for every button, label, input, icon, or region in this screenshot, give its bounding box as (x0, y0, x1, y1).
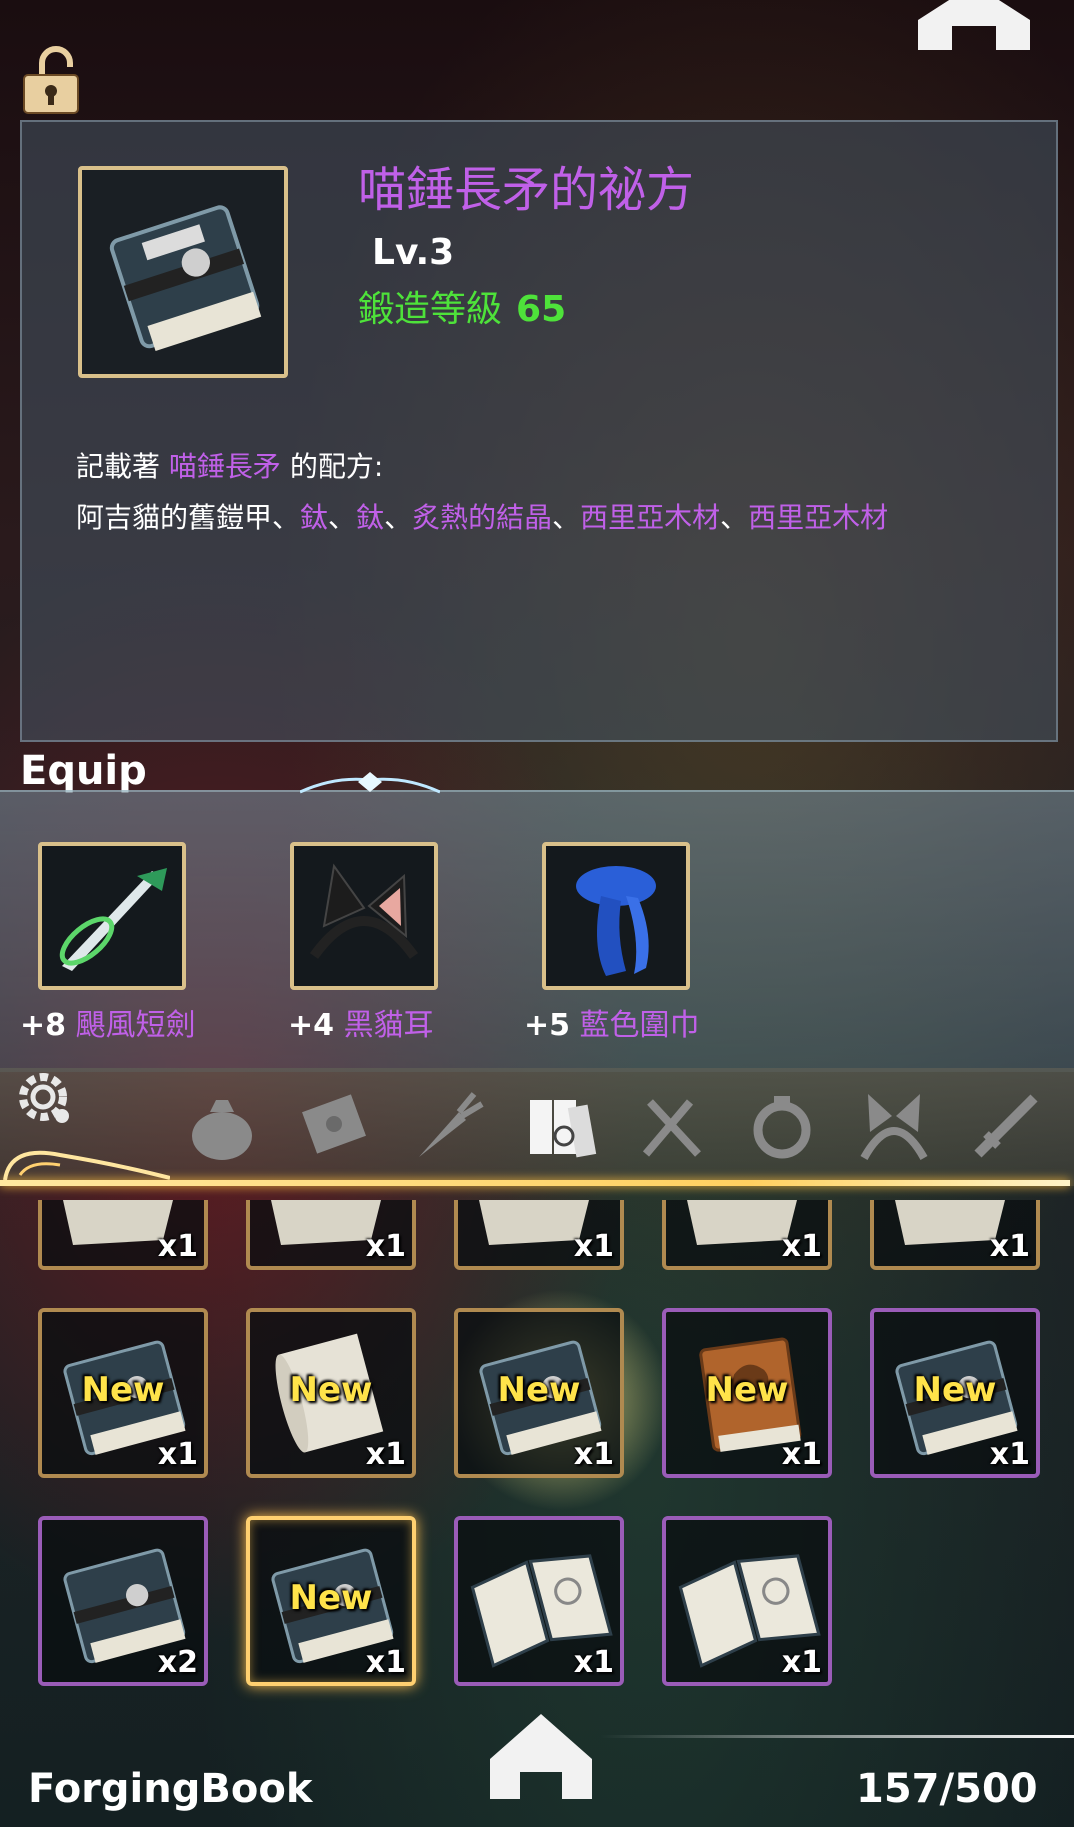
utensils-icon[interactable] (628, 1082, 712, 1166)
equip-name: 颶風短劍 (75, 1008, 196, 1043)
desc-prefix: 記載著 (76, 450, 161, 483)
inventory-slot[interactable]: x1 (38, 1200, 208, 1270)
item-quantity: x1 (573, 1645, 614, 1680)
new-badge: New (289, 1578, 373, 1618)
blue-scarf-icon (576, 866, 656, 976)
letter-icon[interactable] (292, 1082, 376, 1166)
home-icon[interactable] (482, 1704, 600, 1804)
inventory-count: 157/500 (856, 1766, 1038, 1812)
desc-target: 喵錘長矛 (168, 450, 281, 483)
material-name: 鈦 (356, 501, 385, 534)
cat-ears-icon[interactable] (852, 1082, 936, 1166)
item-quantity: x2 (157, 1645, 198, 1680)
material-name: 鈦 (300, 501, 329, 534)
item-quantity: x1 (781, 1437, 822, 1472)
ornament-swirl-icon (3, 1150, 170, 1181)
item-quantity: x1 (573, 1437, 614, 1472)
item-quantity: x1 (573, 1229, 614, 1264)
inventory-slot[interactable]: x1 (662, 1200, 832, 1270)
equip-label-scarf: +5 藍色圍巾 (524, 1000, 700, 1044)
equip-plus: +4 (288, 1008, 335, 1043)
inventory-slot[interactable]: x1 (246, 1200, 416, 1270)
item-quantity: x1 (781, 1645, 822, 1680)
inventory-slot[interactable]: x1 (454, 1516, 624, 1686)
carrot-icon[interactable] (404, 1082, 488, 1166)
item-quantity: x1 (157, 1437, 198, 1472)
equip-label-ears: +4 黑貓耳 (288, 1000, 434, 1044)
equip-label-dagger: +8 颶風短劍 (20, 1000, 196, 1044)
ornament-icon (300, 772, 440, 794)
item-quantity: x1 (781, 1229, 822, 1264)
green-dagger-icon (59, 868, 167, 971)
material-list: 阿吉貓的舊鎧甲、鈦、鈦、炙熱的結晶、西里亞木材、西里亞木材 (76, 496, 888, 536)
equip-slot-ears[interactable] (290, 842, 438, 990)
equip-name: 藍色圍巾 (579, 1008, 700, 1043)
inventory-slot[interactable]: New x1 (246, 1516, 416, 1686)
equip-plus: +5 (524, 1008, 571, 1043)
inventory-slot[interactable]: New x1 (662, 1308, 832, 1478)
books-icon[interactable] (516, 1082, 600, 1166)
material-name: 阿吉貓的舊鎧甲 (76, 501, 273, 534)
forge-level: 鍛造等級 65 (358, 280, 566, 332)
inventory-slot[interactable]: New x1 (246, 1308, 416, 1478)
inventory-slot[interactable]: New x1 (870, 1308, 1040, 1478)
item-level: Lv.3 (372, 232, 455, 273)
material-name: 西里亞木材 (580, 501, 721, 534)
inventory-slot[interactable]: x1 (662, 1516, 832, 1686)
inventory-slot[interactable]: New x1 (454, 1308, 624, 1478)
footer-divider (600, 1735, 1074, 1738)
material-name: 西里亞木材 (748, 501, 889, 534)
inventory-title: ForgingBook (28, 1766, 313, 1812)
recipe-description: 記載著 喵錘長矛 的配方: (76, 445, 383, 485)
inventory-slot[interactable]: x2 (38, 1516, 208, 1686)
sword-icon[interactable] (964, 1082, 1048, 1166)
item-quantity: x1 (989, 1229, 1030, 1264)
equip-slot-dagger[interactable] (38, 842, 186, 990)
material-separator: 、 (272, 501, 301, 534)
bag-icon[interactable] (180, 1082, 264, 1166)
equip-plus: +8 (20, 1008, 67, 1043)
unlocked-padlock-icon[interactable] (20, 45, 82, 115)
item-quantity: x1 (989, 1437, 1030, 1472)
inventory-slot[interactable]: x1 (454, 1200, 624, 1270)
ring-icon[interactable] (740, 1082, 824, 1166)
equip-label: Equip (20, 748, 147, 794)
item-title: 喵錘長矛的祕方 (358, 162, 695, 218)
cat-ears-headband-icon (309, 863, 419, 959)
equip-name: 黑貓耳 (343, 1008, 434, 1043)
material-separator: 、 (552, 501, 581, 534)
forge-level-label: 鍛造等級 (358, 289, 503, 330)
new-badge: New (497, 1370, 581, 1410)
blue-recipe-book-icon (109, 205, 262, 352)
desc-suffix: 的配方: (289, 450, 384, 483)
material-name: 炙熱的結晶 (412, 501, 553, 534)
home-icon[interactable] (908, 0, 1040, 50)
forge-level-value: 65 (516, 289, 567, 330)
item-quantity: x1 (157, 1229, 198, 1264)
new-badge: New (289, 1370, 373, 1410)
item-quantity: x1 (365, 1437, 406, 1472)
item-quantity: x1 (365, 1645, 406, 1680)
new-badge: New (705, 1370, 789, 1410)
inventory-slot[interactable]: New x1 (38, 1308, 208, 1478)
equip-slot-scarf[interactable] (542, 842, 690, 990)
item-quantity: x1 (365, 1229, 406, 1264)
item-icon-frame (78, 166, 288, 378)
inventory-slot[interactable]: x1 (870, 1200, 1040, 1270)
new-badge: New (913, 1370, 997, 1410)
material-separator: 、 (328, 501, 357, 534)
material-separator: 、 (720, 501, 749, 534)
new-badge: New (81, 1370, 165, 1410)
material-separator: 、 (384, 501, 413, 534)
